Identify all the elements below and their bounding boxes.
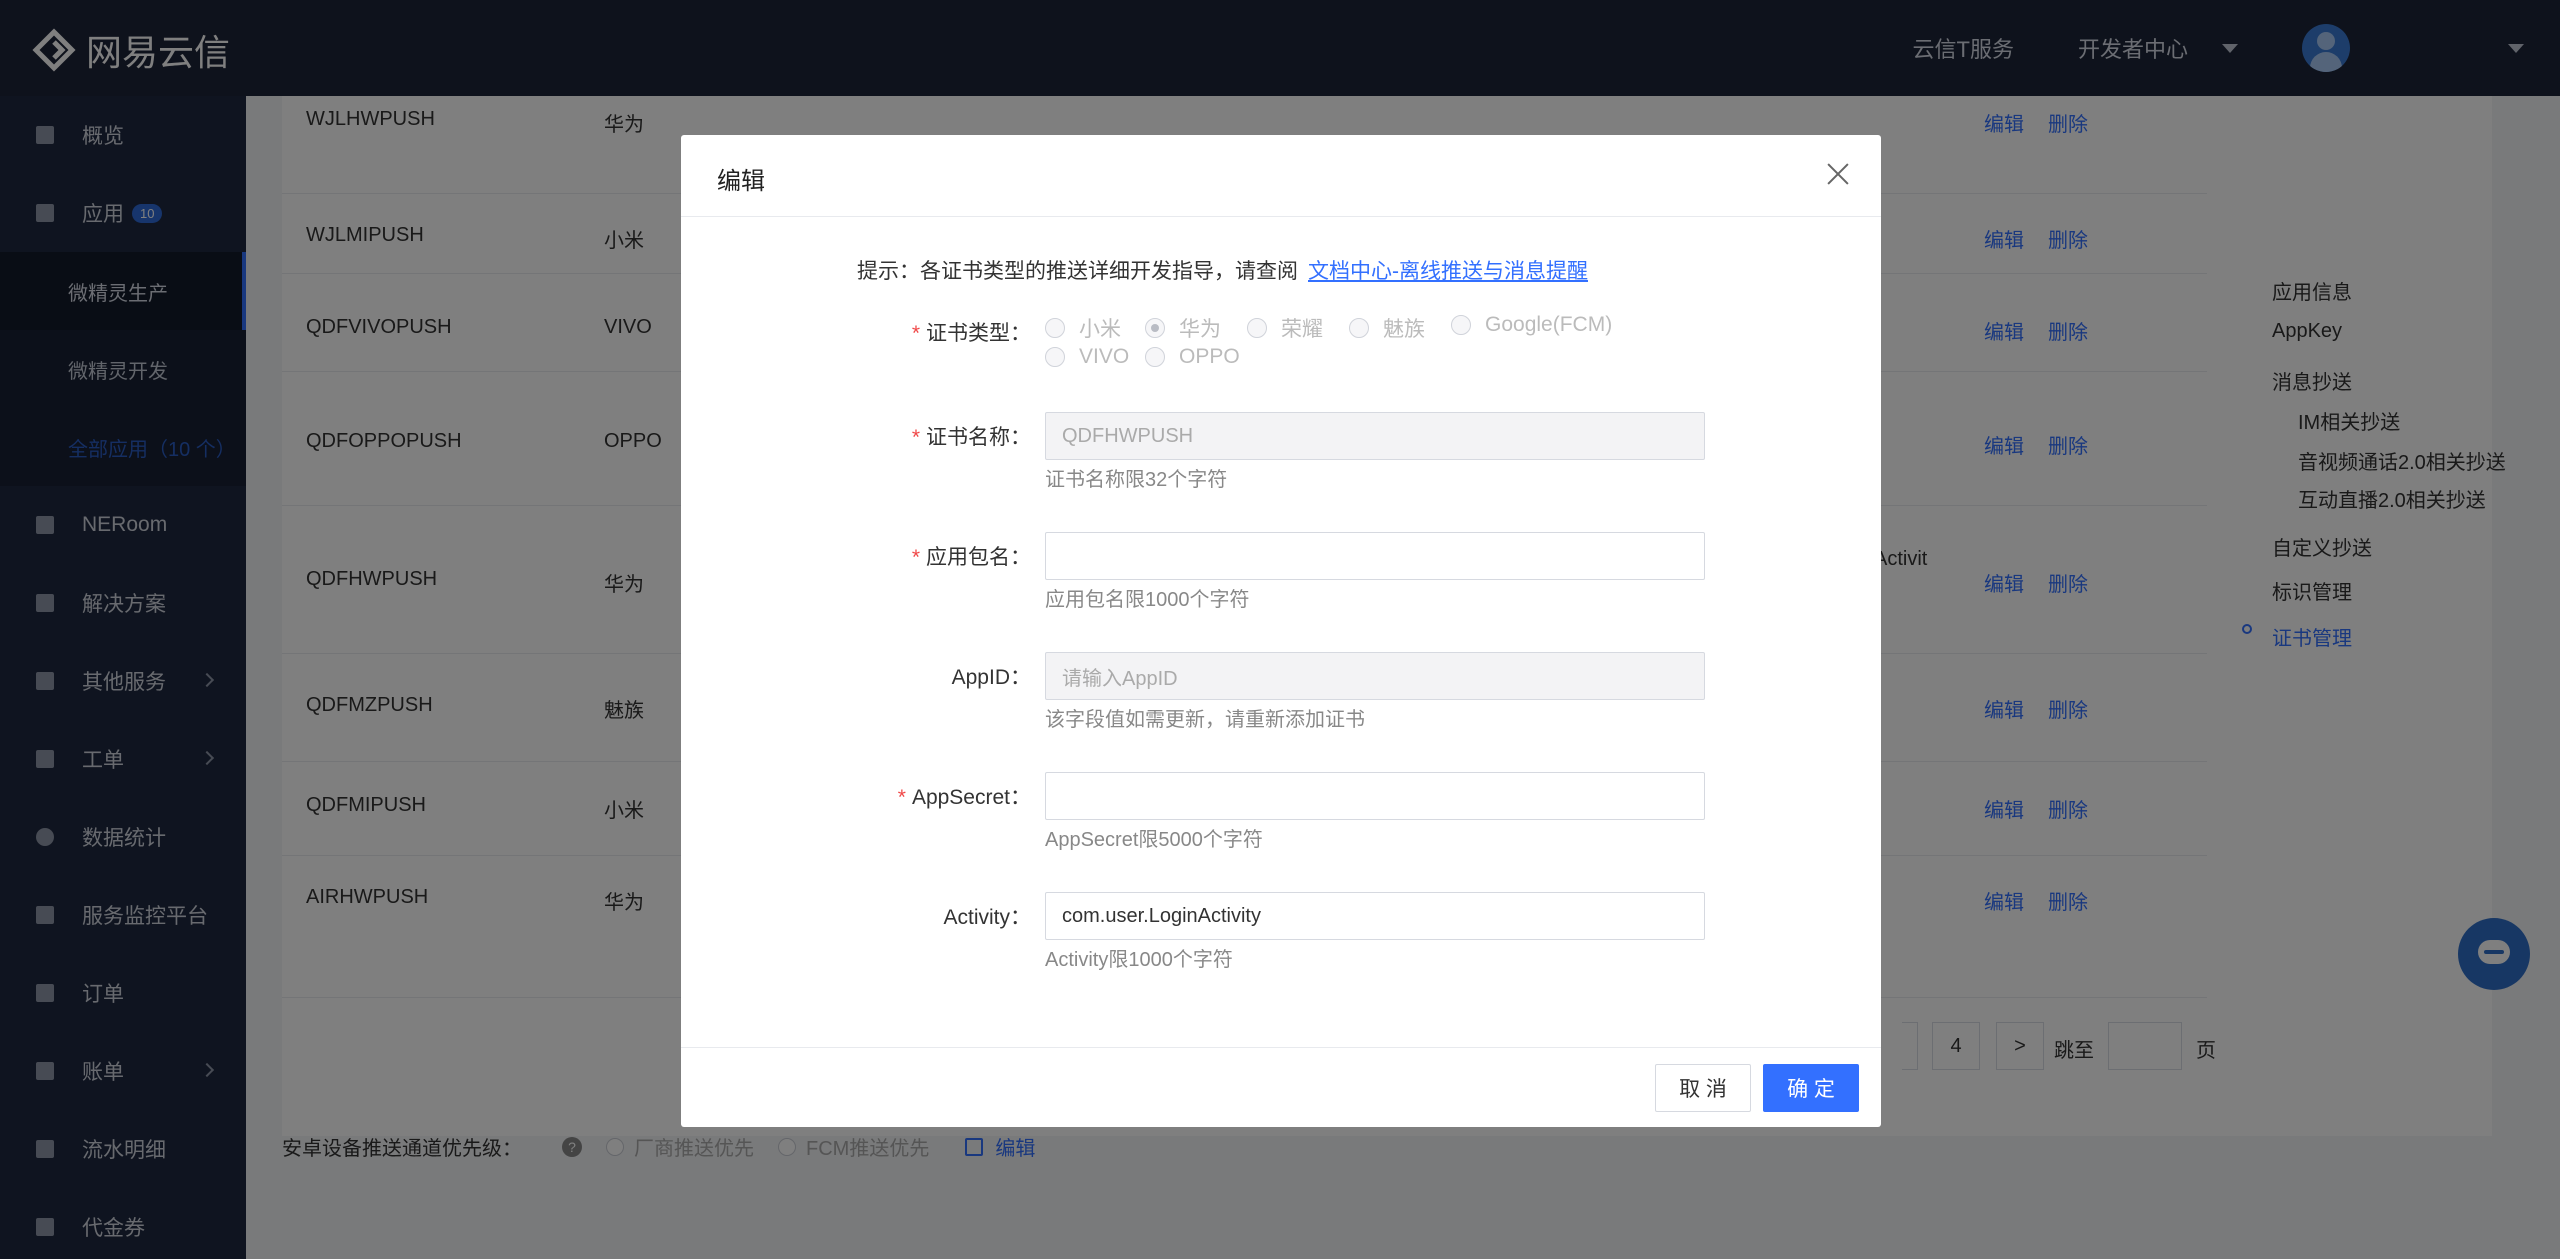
radio-meizu[interactable]: 魅族 <box>1349 313 1425 343</box>
radio-label: 荣耀 <box>1281 318 1323 341</box>
package-name-input[interactable] <box>1045 532 1705 580</box>
doc-center-link[interactable]: 文档中心-离线推送与消息提醒 <box>1308 260 1588 283</box>
radio-circle <box>1145 347 1165 367</box>
required-mark: * <box>911 426 920 449</box>
cert-name-help: 证书名称限32个字符 <box>1045 469 1228 491</box>
dialog-footer: 取 消 确 定 <box>681 1047 1881 1127</box>
radio-huawei[interactable]: 华为 <box>1145 313 1221 343</box>
required-mark: * <box>897 786 906 809</box>
radio-oppo[interactable]: OPPO <box>1145 345 1240 369</box>
appid-input[interactable]: 请输入AppID <box>1045 652 1705 700</box>
radio-circle <box>1349 318 1369 338</box>
dialog-title: 编辑 <box>717 168 765 195</box>
radio-label: OPPO <box>1179 345 1240 368</box>
appsecret-help: AppSecret限5000个字符 <box>1045 829 1263 851</box>
radio-label: 小米 <box>1079 318 1121 341</box>
cancel-button[interactable]: 取 消 <box>1655 1064 1751 1112</box>
radio-xiaomi[interactable]: 小米 <box>1045 313 1121 343</box>
activity-input[interactable]: com.user.LoginActivity <box>1045 892 1705 940</box>
radio-circle <box>1451 315 1471 335</box>
label-text: 证书类型： <box>926 322 1031 345</box>
cert-type-label: * 证书类型： <box>681 317 1031 347</box>
radio-circle <box>1045 318 1065 338</box>
hint-text: 提示：各证书类型的推送详细开发指导，请查阅 <box>857 260 1298 283</box>
radio-label: Google(FCM) <box>1485 313 1613 336</box>
confirm-button[interactable]: 确 定 <box>1763 1064 1859 1112</box>
cert-name-label: * 证书名称： <box>681 421 1031 451</box>
required-mark: * <box>911 322 920 345</box>
radio-circle <box>1045 347 1065 367</box>
required-mark: * <box>911 546 920 569</box>
radio-circle <box>1247 318 1267 338</box>
label-text: 证书名称： <box>926 426 1031 449</box>
radio-label: VIVO <box>1079 345 1130 368</box>
close-icon[interactable] <box>1823 159 1853 189</box>
appsecret-label: * AppSecret： <box>681 781 1031 811</box>
edit-certificate-dialog: 编辑 提示：各证书类型的推送详细开发指导，请查阅 文档中心-离线推送与消息提醒 *… <box>681 135 1881 1127</box>
appid-label: AppID： <box>951 666 1031 689</box>
package-name-help: 应用包名限1000个字符 <box>1045 589 1250 611</box>
label-text: AppSecret： <box>911 786 1031 809</box>
appsecret-input[interactable] <box>1045 772 1705 820</box>
radio-honor[interactable]: 荣耀 <box>1247 313 1323 343</box>
package-name-label: * 应用包名： <box>681 541 1031 571</box>
dialog-header: 编辑 <box>681 135 1881 217</box>
radio-label: 魅族 <box>1383 318 1425 341</box>
activity-label: Activity： <box>943 906 1031 929</box>
radio-google-fcm[interactable]: Google(FCM) <box>1451 313 1612 337</box>
label-text: 应用包名： <box>926 546 1031 569</box>
radio-label: 华为 <box>1179 318 1221 341</box>
appid-help: 该字段值如需更新，请重新添加证书 <box>1045 709 1365 731</box>
cert-name-input[interactable]: QDFHWPUSH <box>1045 412 1705 460</box>
activity-help: Activity限1000个字符 <box>1045 949 1233 971</box>
doc-hint: 提示：各证书类型的推送详细开发指导，请查阅 文档中心-离线推送与消息提醒 <box>857 255 1588 285</box>
radio-circle-checked <box>1145 318 1165 338</box>
radio-vivo[interactable]: VIVO <box>1045 345 1129 369</box>
